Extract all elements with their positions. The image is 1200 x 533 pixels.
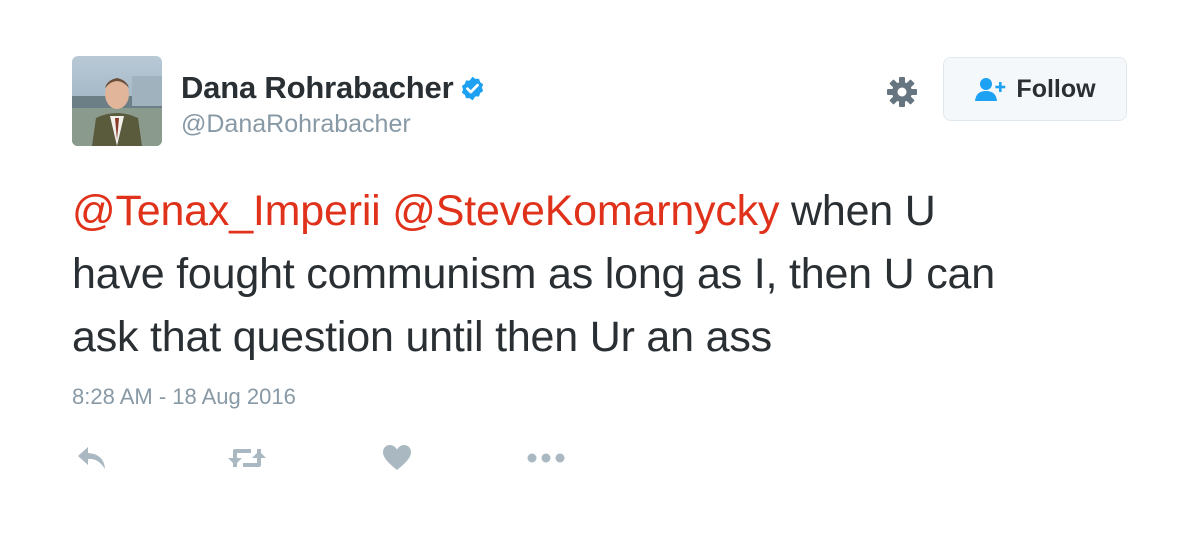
tweet-card: Dana Rohrabacher @DanaRohrabacher Follow… bbox=[0, 0, 1200, 533]
tweet-text-line: ask that question until then Ur an ass bbox=[72, 313, 772, 361]
like-button[interactable] bbox=[382, 440, 412, 476]
tweet-text: @Tenax_Imperii @SteveKomarnycky when U h… bbox=[72, 180, 1162, 369]
reply-button[interactable] bbox=[76, 440, 108, 476]
more-button[interactable] bbox=[527, 440, 565, 476]
tweet-actions bbox=[72, 440, 672, 480]
avatar[interactable] bbox=[72, 56, 162, 146]
tweet-timestamp[interactable]: 8:28 AM - 18 Aug 2016 bbox=[72, 384, 296, 410]
retweet-button[interactable] bbox=[227, 440, 267, 476]
follow-button-label: Follow bbox=[1016, 74, 1096, 103]
avatar-photo bbox=[72, 56, 162, 146]
tweet-text-line: have fought communism as long as I, then… bbox=[72, 250, 995, 298]
author-display-name[interactable]: Dana Rohrabacher bbox=[181, 70, 454, 106]
author-handle[interactable]: @DanaRohrabacher bbox=[181, 110, 411, 139]
mention-link[interactable]: @Tenax_Imperii bbox=[72, 187, 381, 235]
verified-badge-icon bbox=[459, 75, 486, 102]
add-user-icon bbox=[975, 78, 1006, 101]
mention-link[interactable]: @SteveKomarnycky bbox=[392, 187, 779, 235]
gear-icon[interactable] bbox=[884, 74, 920, 110]
reply-icon bbox=[78, 447, 105, 469]
follow-button[interactable]: Follow bbox=[943, 57, 1127, 121]
more-icon bbox=[527, 453, 565, 463]
retweet-icon bbox=[228, 449, 266, 467]
tweet-text-line: when U bbox=[791, 187, 936, 235]
author-name-row[interactable]: Dana Rohrabacher bbox=[181, 70, 486, 106]
heart-icon bbox=[383, 445, 411, 470]
